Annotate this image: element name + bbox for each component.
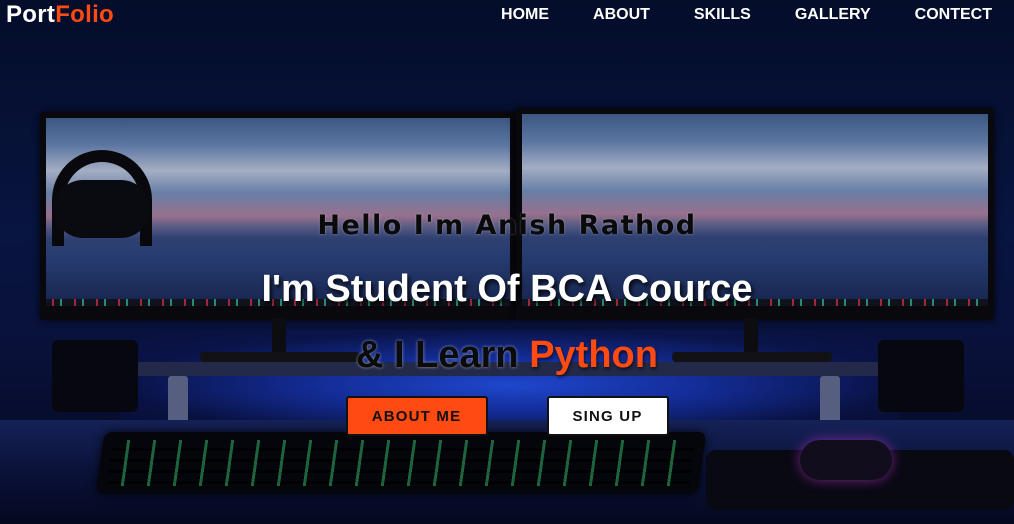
logo-text-accent: Folio: [55, 1, 115, 28]
nav-link-contact[interactable]: CONTECT: [915, 0, 992, 30]
hero-learn-prefix: & I Learn: [356, 334, 519, 376]
hero-buttons: ABOUT ME SING UP: [0, 396, 1014, 436]
logo-text-main: Port: [6, 1, 56, 28]
nav-link-gallery[interactable]: GALLERY: [795, 0, 871, 30]
nav-menu: HOME ABOUT SKILLS GALLERY CONTECT: [457, 0, 992, 30]
hero-greeting: Hello I'm Anish Rathod: [317, 210, 697, 241]
nav-link-home[interactable]: HOME: [501, 0, 549, 30]
navbar: PortFolio HOME ABOUT SKILLS GALLERY CONT…: [0, 0, 1014, 30]
site-logo[interactable]: PortFolio: [6, 0, 114, 30]
sign-up-button[interactable]: SING UP: [546, 396, 669, 436]
nav-link-about[interactable]: ABOUT: [593, 0, 650, 30]
about-me-button[interactable]: ABOUT ME: [345, 396, 488, 436]
hero-course: I'm Student Of BCA Cource: [261, 268, 753, 310]
hero-content: Hello I'm Anish Rathod I'm Student Of BC…: [0, 0, 1014, 524]
hero-learn-highlight: Python: [529, 334, 658, 376]
nav-link-skills[interactable]: SKILLS: [694, 0, 751, 30]
hero-section: PortFolio HOME ABOUT SKILLS GALLERY CONT…: [0, 0, 1014, 524]
hero-learn-line: & I Learn Python: [0, 334, 1014, 377]
